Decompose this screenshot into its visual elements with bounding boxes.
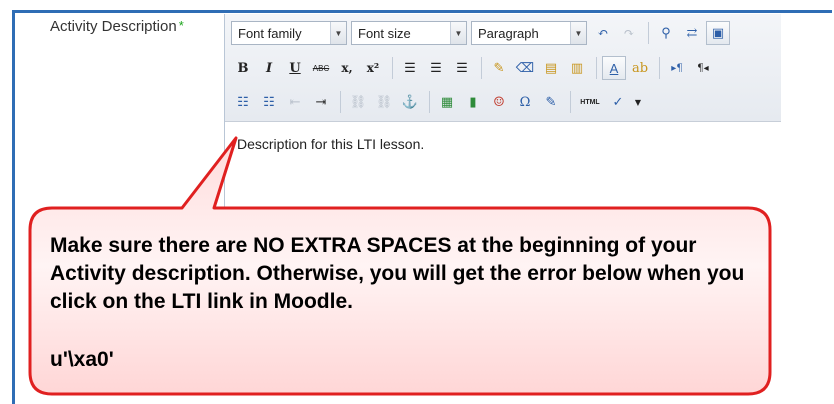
font-size-value: Font size <box>358 25 411 41</box>
toolbar-separator <box>648 22 649 44</box>
bold-button[interactable]: B <box>231 56 255 80</box>
frame-left-border <box>12 10 15 404</box>
unlink-icon[interactable]: ⛓ <box>372 90 396 114</box>
field-label-text: Activity Description <box>50 18 177 35</box>
ltr-icon[interactable]: ▸¶ <box>665 56 689 80</box>
toolbar-row-2: B I U ABC x, x² ☰ ☰ ☰ ✎ ⌫ ▤ ▥ A ab ▸¶ ¶◂ <box>231 54 717 82</box>
paste-word-icon[interactable]: ▥ <box>565 56 589 80</box>
font-size-select[interactable]: Font size ▼ <box>351 21 467 45</box>
edit-icon[interactable]: ✎ <box>539 90 563 114</box>
toolbar-separator <box>392 57 393 79</box>
special-char-button[interactable]: Ω <box>513 90 537 114</box>
undo-icon[interactable]: ↶ <box>591 21 615 45</box>
chevron-down-icon: ▼ <box>330 22 346 44</box>
font-family-select[interactable]: Font family ▼ <box>231 21 347 45</box>
find-icon[interactable]: ⚲ <box>654 21 678 45</box>
indent-icon[interactable]: ⇥ <box>309 90 333 114</box>
image-icon[interactable]: ▦ <box>435 90 459 114</box>
link-icon[interactable]: ⛓ <box>346 90 370 114</box>
strikethrough-button[interactable]: ABC <box>309 56 333 80</box>
align-left-icon[interactable]: ☰ <box>398 56 422 80</box>
paste-text-icon[interactable]: ▤ <box>539 56 563 80</box>
rich-text-editor: Font family ▼ Font size ▼ Paragraph ▼ ↶ … <box>224 14 781 224</box>
page: Activity Description * Font family ▼ Font… <box>0 0 834 404</box>
chevron-down-icon[interactable]: ▼ <box>632 90 644 114</box>
frame-top-border <box>12 10 832 13</box>
toolbar-separator <box>340 91 341 113</box>
toolbar-row-1: Font family ▼ Font size ▼ Paragraph ▼ ↶ … <box>231 19 732 47</box>
spellcheck-icon[interactable]: ✓ <box>606 90 630 114</box>
editor-toolbar: Font family ▼ Font size ▼ Paragraph ▼ ↶ … <box>225 14 781 122</box>
font-family-value: Font family <box>238 25 302 41</box>
outdent-icon[interactable]: ⇤ <box>283 90 307 114</box>
highlight-color-icon[interactable]: ab <box>628 56 652 80</box>
redo-icon[interactable]: ↷ <box>617 21 641 45</box>
rtl-icon[interactable]: ¶◂ <box>691 56 715 80</box>
anchor-icon[interactable]: ⚓ <box>398 90 422 114</box>
html-button[interactable]: HTML <box>576 90 604 114</box>
chevron-down-icon: ▼ <box>570 22 586 44</box>
toolbar-separator <box>570 91 571 113</box>
callout-message: Make sure there are NO EXTRA SPACES at t… <box>50 234 745 313</box>
emoticon-icon[interactable]: ☺ <box>487 90 511 114</box>
editor-content-area[interactable]: Description for this LTI lesson. <box>225 122 781 224</box>
required-star-icon: * <box>178 18 184 33</box>
align-right-icon[interactable]: ☰ <box>450 56 474 80</box>
editor-content-text: Description for this LTI lesson. <box>237 136 425 152</box>
numbered-list-icon[interactable]: ☷ <box>257 90 281 114</box>
replace-icon[interactable]: ⇄ <box>680 21 704 45</box>
subscript-button[interactable]: x, <box>335 56 359 80</box>
bullet-list-icon[interactable]: ☷ <box>231 90 255 114</box>
eraser-icon[interactable]: ⌫ <box>513 56 537 80</box>
italic-button[interactable]: I <box>257 56 281 80</box>
paragraph-select[interactable]: Paragraph ▼ <box>471 21 587 45</box>
toolbar-separator <box>659 57 660 79</box>
paragraph-value: Paragraph <box>478 25 539 41</box>
superscript-button[interactable]: x² <box>361 56 385 80</box>
fullscreen-icon[interactable]: ▣ <box>706 21 730 45</box>
media-icon[interactable]: ▮ <box>461 90 485 114</box>
chevron-down-icon: ▼ <box>450 22 466 44</box>
toolbar-separator <box>481 57 482 79</box>
align-center-icon[interactable]: ☰ <box>424 56 448 80</box>
toolbar-separator <box>429 91 430 113</box>
toolbar-row-3: ☷ ☷ ⇤ ⇥ ⛓ ⛓ ⚓ ▦ ▮ ☺ Ω ✎ HTML ✓ ▼ <box>231 88 646 116</box>
callout-error-code: u'\xa0' <box>50 348 114 371</box>
toolbar-separator <box>596 57 597 79</box>
cleanup-icon[interactable]: ✎ <box>487 56 511 80</box>
activity-description-label: Activity Description * <box>50 18 184 35</box>
underline-button[interactable]: U <box>283 56 307 80</box>
text-color-icon[interactable]: A <box>602 56 626 80</box>
